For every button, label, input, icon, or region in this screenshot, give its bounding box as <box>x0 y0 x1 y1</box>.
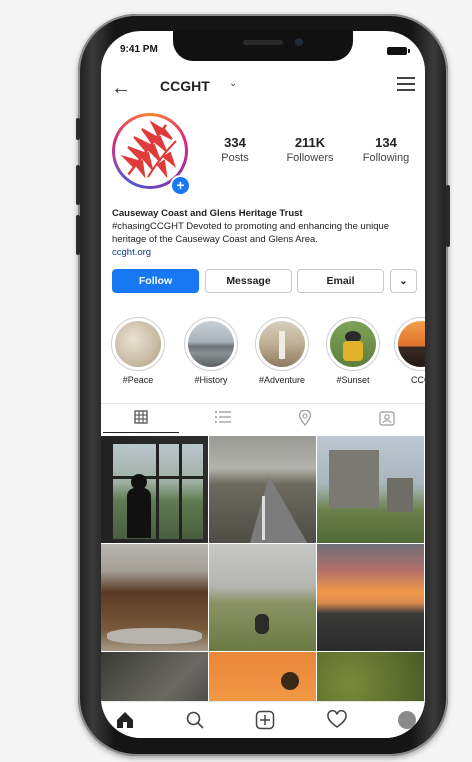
profile-actions: Follow Message Email ⌄ <box>112 269 417 293</box>
phone-volume-up <box>76 165 80 205</box>
profile-tabs <box>101 403 425 433</box>
email-button[interactable]: Email <box>297 269 384 293</box>
website-link[interactable]: ccght.org <box>112 246 416 259</box>
stat-posts[interactable]: 334 Posts <box>215 135 255 164</box>
grid-photo[interactable] <box>317 544 424 651</box>
grid-icon[interactable] <box>103 410 179 433</box>
phone-silent-switch <box>76 118 80 140</box>
highlight-sunset[interactable]: #Sunset <box>325 317 381 385</box>
grid-photo[interactable] <box>317 436 424 543</box>
grid-photo[interactable] <box>209 544 316 651</box>
screen: 9:41 PM ← CCGHT ⌄ + 334 Posts 211K Follo… <box>101 31 425 738</box>
highlight-adventure[interactable]: #Adventure <box>254 317 310 385</box>
menu-icon[interactable] <box>397 77 415 91</box>
grid-photo[interactable] <box>209 436 316 543</box>
search-icon[interactable] <box>185 710 207 732</box>
fern-logo-icon <box>118 119 182 183</box>
profile-icon[interactable] <box>397 710 419 732</box>
bio-text: #chasingCCGHT Devoted to promoting and e… <box>112 221 390 245</box>
new-post-icon[interactable] <box>255 710 277 732</box>
location-pin-icon[interactable] <box>295 409 315 428</box>
highlight-ccg[interactable]: CCG <box>393 317 425 385</box>
profile-header: ← CCGHT ⌄ <box>101 73 425 103</box>
tagged-icon[interactable] <box>377 410 397 428</box>
suggested-dropdown-button[interactable]: ⌄ <box>390 269 417 293</box>
follow-button[interactable]: Follow <box>112 269 199 293</box>
phone-power-button <box>446 185 450 247</box>
grid-photo[interactable] <box>101 544 208 651</box>
heart-icon[interactable] <box>327 709 349 732</box>
profile-name: Causeway Coast and Glens Heritage Trust <box>112 208 303 219</box>
stat-followers[interactable]: 211K Followers <box>282 135 338 164</box>
list-icon[interactable] <box>213 410 233 428</box>
stat-following[interactable]: 134 Following <box>358 135 414 164</box>
home-icon[interactable] <box>115 710 137 732</box>
phone-volume-down <box>76 215 80 255</box>
back-arrow-icon[interactable]: ← <box>111 78 131 98</box>
bio: Causeway Coast and Glens Heritage Trust … <box>112 207 416 259</box>
chevron-down-icon: ⌄ <box>399 276 408 287</box>
highlight-peace[interactable]: #Peace <box>110 317 166 385</box>
add-story-icon[interactable]: + <box>170 175 191 196</box>
status-time: 9:41 PM <box>120 44 158 55</box>
battery-icon <box>387 47 410 55</box>
grid-photo[interactable] <box>101 436 208 543</box>
username[interactable]: CCGHT <box>160 78 210 94</box>
message-button[interactable]: Message <box>205 269 292 293</box>
notch <box>173 31 353 61</box>
highlight-history[interactable]: #History <box>183 317 239 385</box>
chevron-down-icon[interactable]: ⌄ <box>229 78 237 89</box>
bottom-nav <box>101 701 425 738</box>
